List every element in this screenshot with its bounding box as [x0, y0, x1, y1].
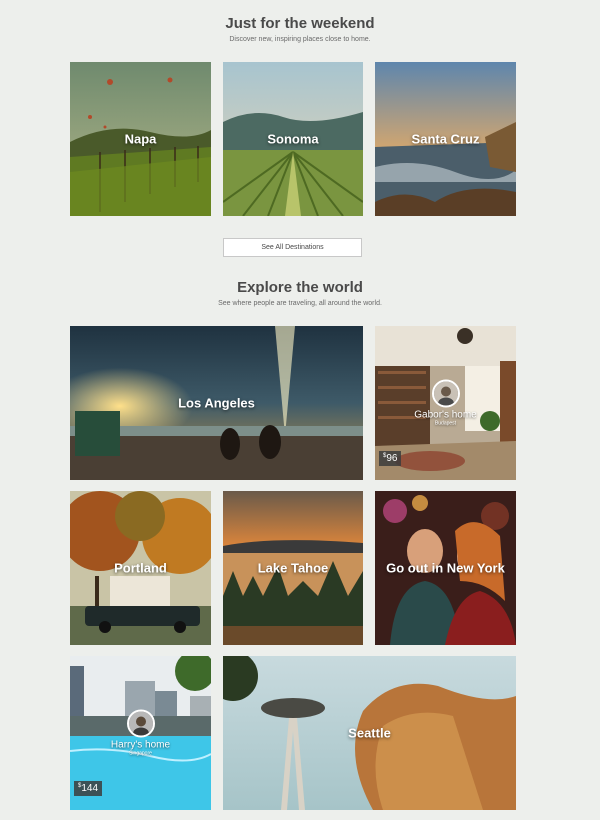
- city-label: Portland: [114, 560, 167, 576]
- destination-label: Sonoma: [267, 131, 319, 147]
- host-avatar[interactable]: [431, 379, 460, 408]
- home-name: Harry's home: [110, 739, 171, 751]
- destination-tile-sonoma[interactable]: Sonoma: [223, 62, 363, 216]
- city-label: Seattle: [348, 725, 391, 741]
- destination-tile-napa[interactable]: Napa: [70, 62, 211, 216]
- home-tile-gabor[interactable]: Gabor's home Budapest $96: [375, 326, 516, 480]
- price-badge: $96: [379, 451, 402, 466]
- city-label: Lake Tahoe: [257, 560, 329, 576]
- city-tile-new-york[interactable]: Go out in New York: [375, 491, 516, 645]
- city-tile-portland[interactable]: Portland: [70, 491, 211, 645]
- destination-tile-santa-cruz[interactable]: Santa Cruz: [375, 62, 516, 216]
- price-value: 144: [81, 783, 99, 794]
- explore-title: Explore the world: [237, 279, 363, 296]
- home-city: Budapest: [434, 420, 457, 427]
- home-info: Gabor's home Budapest: [375, 379, 516, 427]
- home-tile-harry[interactable]: Harry's home Singapore $144: [70, 656, 211, 810]
- explore-subtitle: See where people are traveling, all arou…: [218, 300, 382, 307]
- city-label: Go out in New York: [386, 560, 505, 576]
- price-value: 96: [386, 453, 398, 464]
- home-name: Gabor's home: [414, 409, 477, 421]
- city-tile-lake-tahoe[interactable]: Lake Tahoe: [223, 491, 363, 645]
- see-all-destinations-button[interactable]: See All Destinations: [223, 238, 362, 257]
- home-info: Harry's home Singapore: [70, 709, 211, 757]
- weekend-subtitle: Discover new, inspiring places close to …: [229, 36, 371, 43]
- city-label: Los Angeles: [178, 395, 255, 411]
- destination-label: Napa: [124, 131, 157, 147]
- destination-label: Santa Cruz: [411, 131, 480, 147]
- city-tile-los-angeles[interactable]: Los Angeles: [70, 326, 363, 480]
- price-badge: $144: [74, 781, 103, 796]
- city-tile-seattle[interactable]: Seattle: [223, 656, 516, 810]
- weekend-title: Just for the weekend: [225, 15, 375, 32]
- host-avatar[interactable]: [126, 709, 155, 738]
- home-city: Singapore: [129, 750, 152, 757]
